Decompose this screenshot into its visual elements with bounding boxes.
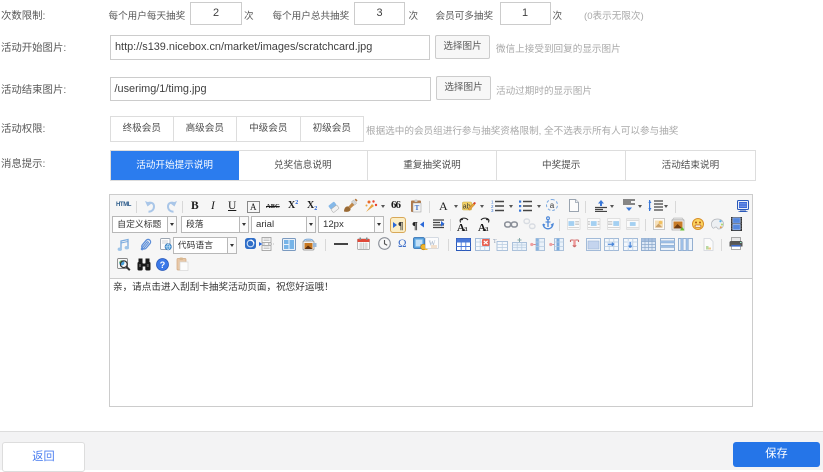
svg-text:T: T <box>415 204 420 212</box>
svg-text:3: 3 <box>491 208 494 212</box>
svg-text:a: a <box>464 224 468 232</box>
svg-text:T: T <box>493 239 497 245</box>
svg-text:?: ? <box>160 259 166 269</box>
svg-text:a: a <box>485 224 489 232</box>
svg-text:¶: ¶ <box>398 221 403 232</box>
svg-text:¶: ¶ <box>412 220 418 231</box>
